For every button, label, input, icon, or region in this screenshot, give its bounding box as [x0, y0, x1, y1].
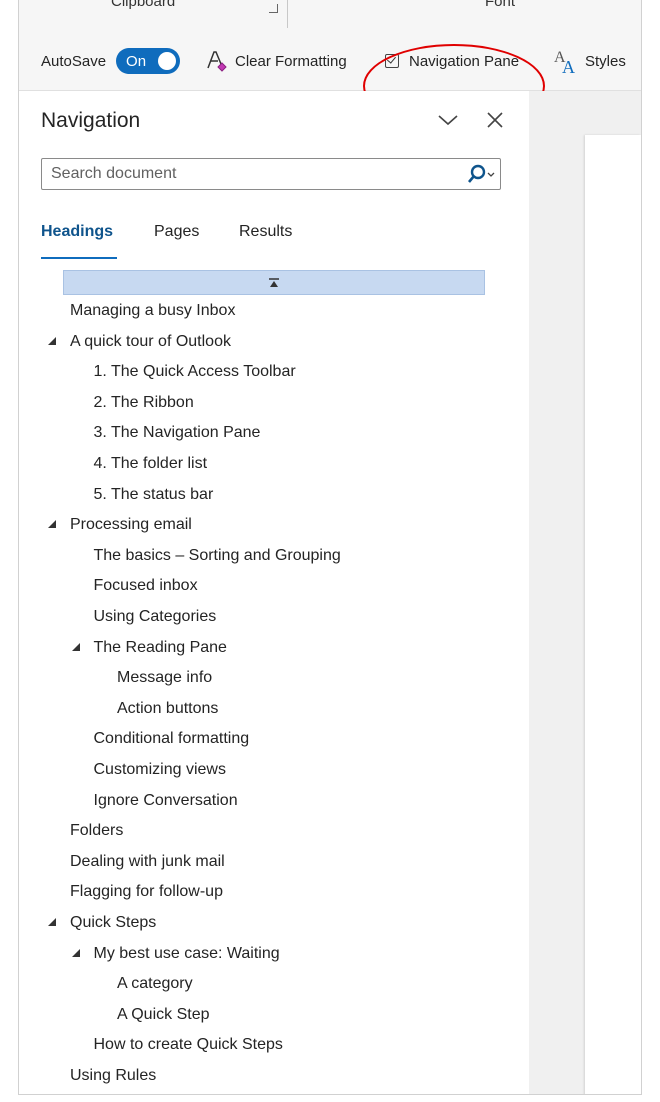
heading-item[interactable]: 3. The Navigation Pane — [19, 418, 519, 448]
heading-item[interactable]: Message info — [19, 663, 519, 693]
heading-label: Message info — [117, 669, 213, 687]
heading-label: Managing a busy Inbox — [70, 302, 236, 319]
close-icon[interactable] — [484, 109, 506, 131]
heading-label: 2. The Ribbon — [93, 393, 194, 411]
clipboard-dialog-launcher-icon[interactable] — [269, 4, 278, 13]
heading-label: The Reading Pane — [93, 638, 227, 656]
heading-item[interactable]: 2. The Ribbon — [19, 388, 519, 418]
heading-label: Ignore Conversation — [93, 791, 238, 809]
search-input[interactable] — [42, 164, 453, 184]
heading-item[interactable]: Folders — [19, 816, 519, 846]
search-box — [41, 158, 501, 190]
heading-item[interactable]: Managing a busy Inbox — [19, 296, 519, 326]
heading-label: The basics – Sorting and Grouping — [93, 546, 341, 564]
clear-formatting-label: Clear Formatting — [235, 52, 347, 70]
heading-label: Using Rules — [70, 1067, 157, 1084]
heading-item[interactable]: Using Categories — [19, 602, 519, 632]
autosave-state: On — [126, 52, 147, 70]
heading-item[interactable]: How to create Quick Steps — [19, 1030, 519, 1060]
autosave-label: AutoSave — [41, 52, 107, 70]
heading-label: 3. The Navigation Pane — [93, 424, 261, 442]
navigation-pane-checkbox[interactable]: Navigation Pane — [385, 48, 519, 74]
heading-label: Folders — [70, 822, 124, 840]
heading-label: Conditional formatting — [93, 730, 250, 748]
heading-item[interactable]: Using Rules — [19, 1061, 519, 1091]
navigation-pane: Navigation Headings Pages Results — [19, 91, 530, 1094]
heading-label: Focused inbox — [93, 577, 198, 595]
heading-item[interactable]: My best use case: Waiting — [19, 939, 519, 969]
font-group-label: Font — [485, 0, 516, 10]
heading-label: Action buttons — [117, 699, 219, 717]
heading-item[interactable]: 4. The folder list — [19, 449, 519, 479]
heading-item[interactable]: The basics – Sorting and Grouping — [19, 541, 519, 571]
heading-item[interactable]: 5. The status bar — [19, 480, 519, 510]
heading-label: Using Categories — [93, 608, 217, 625]
tab-results[interactable]: Results — [239, 223, 292, 241]
heading-item[interactable]: Customizing views — [19, 755, 519, 785]
heading-label: 5. The status bar — [93, 485, 214, 503]
expand-triangle-icon[interactable] — [47, 336, 57, 346]
checkbox-icon — [385, 54, 399, 68]
styles-label: Styles — [585, 52, 626, 70]
heading-label: 1. The Quick Access Toolbar — [93, 363, 296, 381]
word-window: Clipboard Font AutoSave On Clear Formatt… — [18, 0, 642, 1095]
heading-label: A quick tour of Outlook — [70, 332, 231, 350]
heading-item[interactable]: Processing email — [19, 510, 519, 540]
heading-item[interactable]: A category — [19, 969, 519, 999]
heading-item[interactable]: Focused inbox — [19, 571, 519, 601]
heading-item[interactable]: Dealing with junk mail — [19, 847, 519, 877]
styles-icon: A A — [554, 49, 575, 74]
heading-item[interactable]: 1. The Quick Access Toolbar — [19, 357, 519, 387]
heading-label: Quick Steps — [70, 914, 157, 931]
heading-label: Processing email — [70, 516, 192, 534]
ribbon-group-labels: Clipboard Font — [19, 0, 641, 30]
heading-item[interactable]: The Reading Pane — [19, 633, 519, 663]
heading-item[interactable]: Ignore Conversation — [19, 786, 519, 816]
expand-triangle-icon[interactable] — [71, 642, 81, 652]
chevron-down-icon[interactable] — [437, 109, 459, 131]
heading-item[interactable]: Quick Steps — [19, 908, 519, 938]
heading-item[interactable]: Action buttons — [19, 694, 519, 724]
heading-label: Flagging for follow-up — [70, 883, 223, 901]
heading-label: A category — [117, 975, 193, 993]
document-page[interactable] — [585, 135, 641, 1094]
collapse-all-bar[interactable] — [63, 270, 485, 295]
styles-button[interactable]: A A Styles — [553, 48, 626, 74]
tab-headings[interactable]: Headings — [41, 223, 113, 241]
navigation-pane-label: Navigation Pane — [409, 52, 520, 70]
toggle-knob — [158, 52, 177, 70]
document-area — [529, 91, 641, 1094]
expand-triangle-icon[interactable] — [71, 948, 81, 958]
clipboard-group-label: Clipboard — [111, 0, 176, 10]
heading-label: Dealing with junk mail — [70, 852, 225, 870]
tab-pages[interactable]: Pages — [154, 223, 199, 241]
autosave-toggle[interactable]: On — [116, 48, 181, 74]
group-separator — [287, 0, 288, 28]
expand-triangle-icon[interactable] — [47, 519, 57, 529]
heading-item[interactable]: Flagging for follow-up — [19, 877, 519, 907]
collapse-all-icon — [269, 277, 279, 287]
autosave-control[interactable]: AutoSave On — [41, 48, 181, 74]
svg-text:A: A — [562, 57, 575, 74]
heading-label: A Quick Step — [117, 1005, 210, 1023]
clear-formatting-icon — [207, 51, 227, 72]
navigation-title: Navigation — [41, 109, 141, 132]
heading-label: My best use case: Waiting — [93, 944, 280, 962]
clear-formatting-button[interactable]: Clear Formatting — [205, 48, 347, 74]
heading-label: 4. The folder list — [93, 455, 208, 472]
active-tab-indicator — [41, 257, 117, 259]
quick-toolbar: AutoSave On Clear Formatting Navigation … — [19, 30, 641, 128]
heading-label: Customizing views — [93, 761, 226, 778]
search-icon[interactable] — [464, 163, 498, 185]
heading-item[interactable]: A Quick Step — [19, 1000, 519, 1030]
heading-label: How to create Quick Steps — [93, 1036, 283, 1054]
heading-item[interactable]: Conditional formatting — [19, 724, 519, 754]
heading-item[interactable]: A quick tour of Outlook — [19, 327, 519, 357]
expand-triangle-icon[interactable] — [47, 917, 57, 927]
